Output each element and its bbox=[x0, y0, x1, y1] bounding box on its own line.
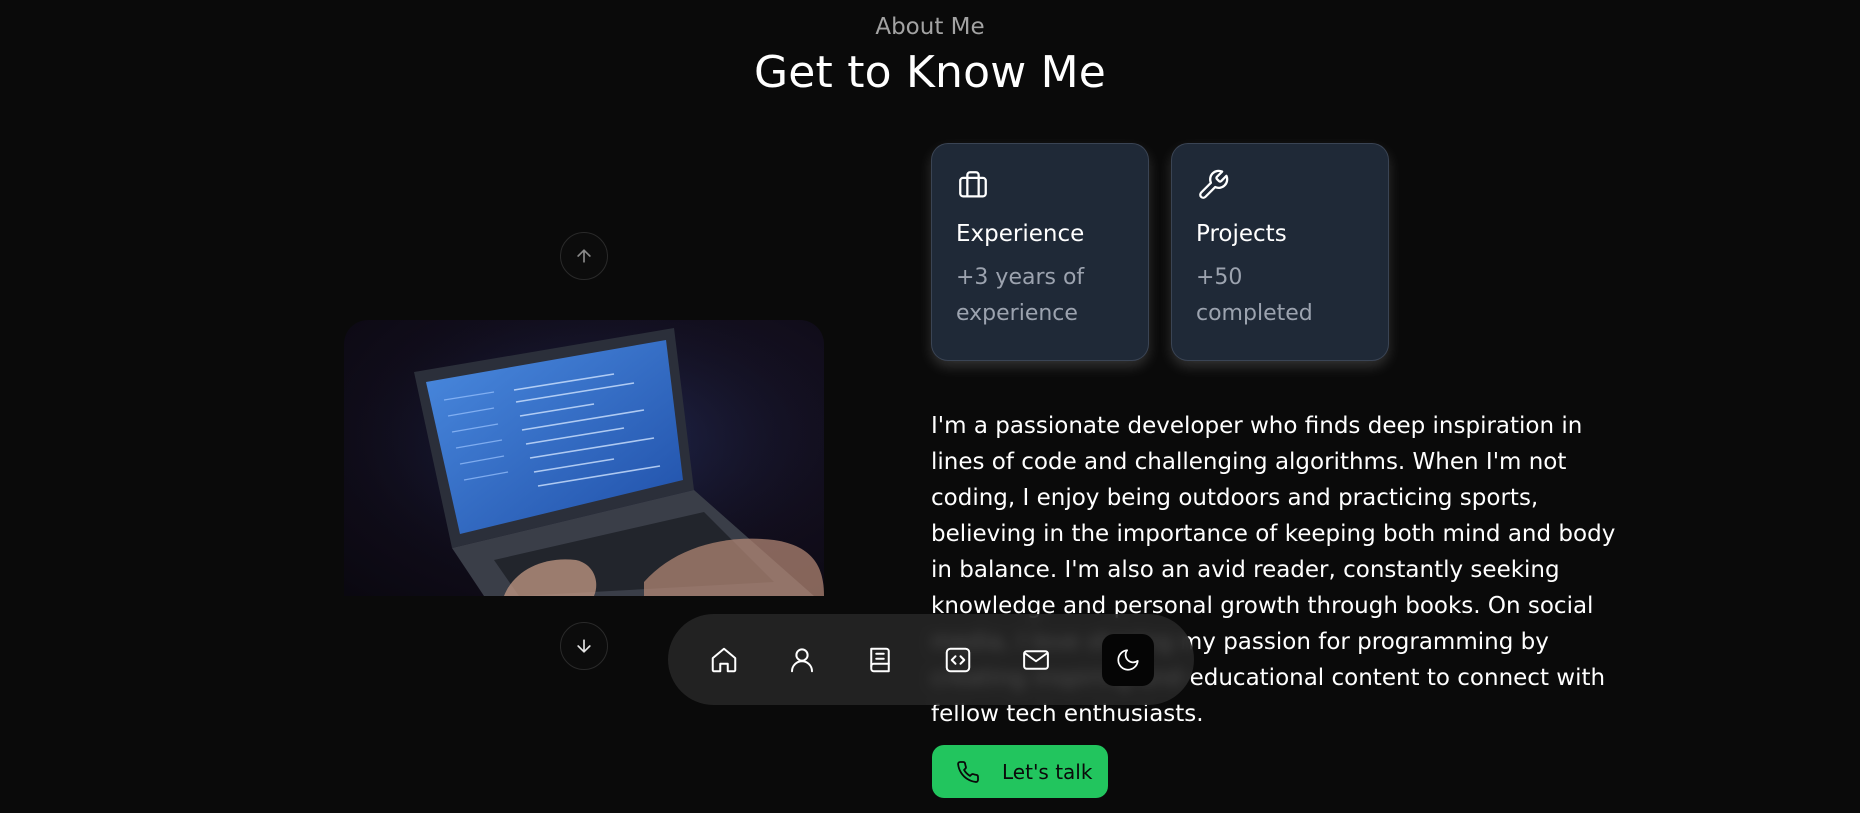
lets-talk-label: Let's talk bbox=[1002, 759, 1093, 784]
about-section: About Me Get to Know Me Experience +3 ye… bbox=[0, 0, 1860, 813]
experience-card-value: +3 years of experience bbox=[956, 265, 1085, 326]
projects-card-title: Projects bbox=[1196, 221, 1287, 247]
wrench-icon bbox=[1199, 169, 1229, 199]
briefcase-icon bbox=[959, 171, 987, 198]
experience-card-title: Experience bbox=[956, 221, 1085, 247]
carousel-prev-button[interactable] bbox=[560, 232, 608, 280]
dock-projects-button[interactable] bbox=[932, 634, 984, 686]
user-icon bbox=[791, 648, 813, 673]
moon-icon bbox=[1117, 649, 1139, 671]
book-icon bbox=[870, 647, 890, 673]
dock-theme-toggle[interactable] bbox=[1102, 634, 1154, 686]
arrow-down-icon bbox=[577, 639, 591, 653]
projects-card-value: +50 completed bbox=[1196, 265, 1313, 326]
floating-dock bbox=[668, 614, 1194, 705]
code-icon bbox=[945, 647, 971, 673]
dock-resume-button[interactable] bbox=[854, 634, 906, 686]
phone-icon bbox=[957, 760, 979, 783]
dock-about-button[interactable] bbox=[776, 634, 828, 686]
section-title: Get to Know Me bbox=[753, 47, 1107, 98]
experience-card: Experience +3 years of experience bbox=[932, 144, 1148, 360]
dock-contact-button[interactable] bbox=[1010, 634, 1062, 686]
section-subtitle: About Me bbox=[875, 14, 985, 40]
developer-photo bbox=[344, 320, 824, 596]
arrow-up-icon bbox=[577, 249, 591, 263]
lets-talk-button[interactable]: Let's talk bbox=[932, 745, 1108, 798]
projects-card: Projects +50 completed bbox=[1172, 144, 1388, 360]
home-icon bbox=[711, 647, 737, 673]
mail-icon bbox=[1023, 650, 1049, 670]
dock-home-button[interactable] bbox=[698, 634, 750, 686]
carousel-next-button[interactable] bbox=[560, 622, 608, 670]
